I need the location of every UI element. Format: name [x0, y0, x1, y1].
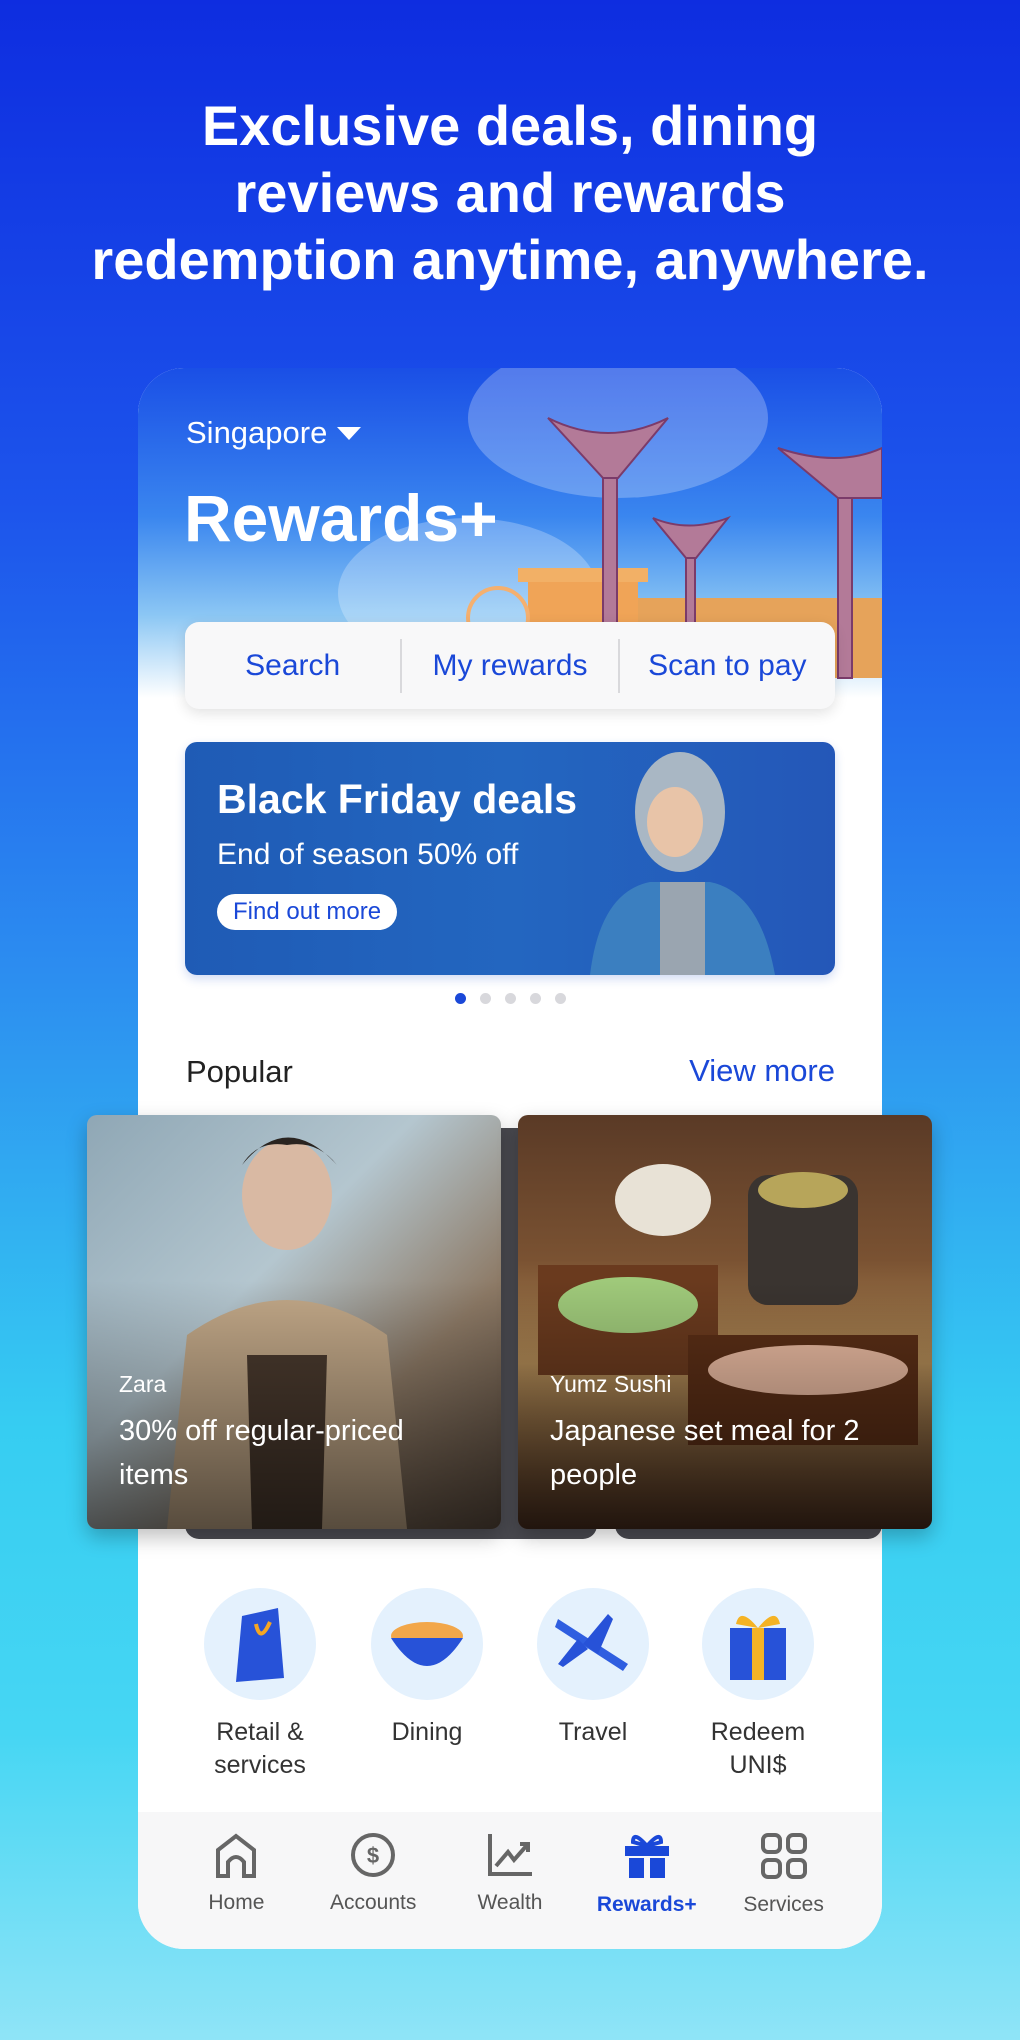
noodle-bowl-icon	[371, 1588, 483, 1700]
caret-down-icon	[337, 426, 362, 440]
svg-text:$: $	[367, 1843, 379, 1868]
grid-icon	[760, 1833, 807, 1879]
card-deal: 30% off regular-priced items	[119, 1415, 404, 1491]
chart-up-icon	[487, 1834, 532, 1876]
nav-label: Rewards+	[596, 1893, 697, 1916]
carousel-dot[interactable]	[529, 993, 541, 1004]
location-selector[interactable]: Singapore	[186, 415, 362, 451]
carousel-dot[interactable]	[504, 993, 516, 1004]
category-retail[interactable]: Retail & services	[175, 1588, 345, 1782]
carousel-dot[interactable]	[479, 993, 491, 1004]
find-out-more-button[interactable]: Find out more	[217, 894, 398, 930]
nav-accounts[interactable]: $ Accounts	[308, 1812, 438, 1949]
category-row: Retail & services Dining Travel Redeem U…	[138, 1588, 882, 1788]
nav-label: Services	[743, 1893, 824, 1916]
location-label: Singapore	[186, 415, 328, 450]
nav-services[interactable]: Services	[719, 1812, 849, 1949]
scan-to-pay-button[interactable]: Scan to pay	[620, 622, 835, 709]
airplane-icon	[537, 1588, 649, 1700]
category-label: Dining	[391, 1718, 463, 1746]
quick-actions-bar: Search My rewards Scan to pay	[185, 622, 835, 709]
bottom-nav: Home $ Accounts Wealth Rewards+ Services	[138, 1812, 882, 1949]
carousel-indicator	[138, 993, 882, 1004]
gift-icon	[624, 1834, 669, 1878]
popular-card-zara[interactable]: Zara 30% off regular-priced items	[87, 1115, 501, 1529]
nav-label: Home	[208, 1891, 265, 1914]
nav-wealth[interactable]: Wealth	[445, 1812, 575, 1949]
category-redeem-unis[interactable]: Redeem UNI$	[673, 1588, 843, 1782]
section-title-popular: Popular	[186, 1054, 293, 1089]
promo-headline: Exclusive deals, dining reviews and rewa…	[0, 92, 1020, 293]
category-dining[interactable]: Dining	[342, 1588, 512, 1749]
shopping-bag-icon	[204, 1588, 316, 1700]
category-label: Retail & services	[214, 1718, 306, 1779]
banner-title: Black Friday deals	[217, 776, 578, 822]
gift-box-icon	[702, 1588, 814, 1700]
card-brand: Yumz Sushi	[550, 1371, 672, 1397]
category-travel[interactable]: Travel	[508, 1588, 678, 1749]
nav-label: Accounts	[329, 1891, 417, 1914]
banner-person-image	[590, 752, 775, 975]
dollar-circle-icon: $	[351, 1833, 396, 1877]
search-button[interactable]: Search	[185, 622, 400, 709]
card-brand: Zara	[119, 1371, 167, 1397]
nav-label: Wealth	[477, 1891, 543, 1914]
page-title: Rewards+	[184, 481, 498, 555]
view-more-link[interactable]: View more	[689, 1053, 835, 1089]
headline-line: Exclusive deals, dining	[201, 94, 819, 157]
category-label: Redeem UNI$	[710, 1718, 806, 1779]
nav-rewards[interactable]: Rewards+	[582, 1812, 712, 1949]
headline-line: reviews and rewards	[234, 161, 786, 224]
headline-line: redemption anytime, anywhere.	[91, 228, 929, 291]
nav-home[interactable]: Home	[171, 1812, 301, 1949]
popular-card-yumz-sushi[interactable]: Yumz Sushi Japanese set meal for 2 peopl…	[518, 1115, 932, 1529]
home-icon	[216, 1833, 257, 1878]
card-deal: Japanese set meal for 2 people	[550, 1415, 860, 1491]
carousel-dot[interactable]	[454, 993, 466, 1004]
carousel-dot[interactable]	[554, 993, 566, 1004]
promo-banner[interactable]: Black Friday deals End of season 50% off…	[185, 742, 835, 975]
my-rewards-button[interactable]: My rewards	[402, 622, 617, 709]
banner-subtitle: End of season 50% off	[217, 838, 519, 871]
category-label: Travel	[558, 1718, 628, 1746]
